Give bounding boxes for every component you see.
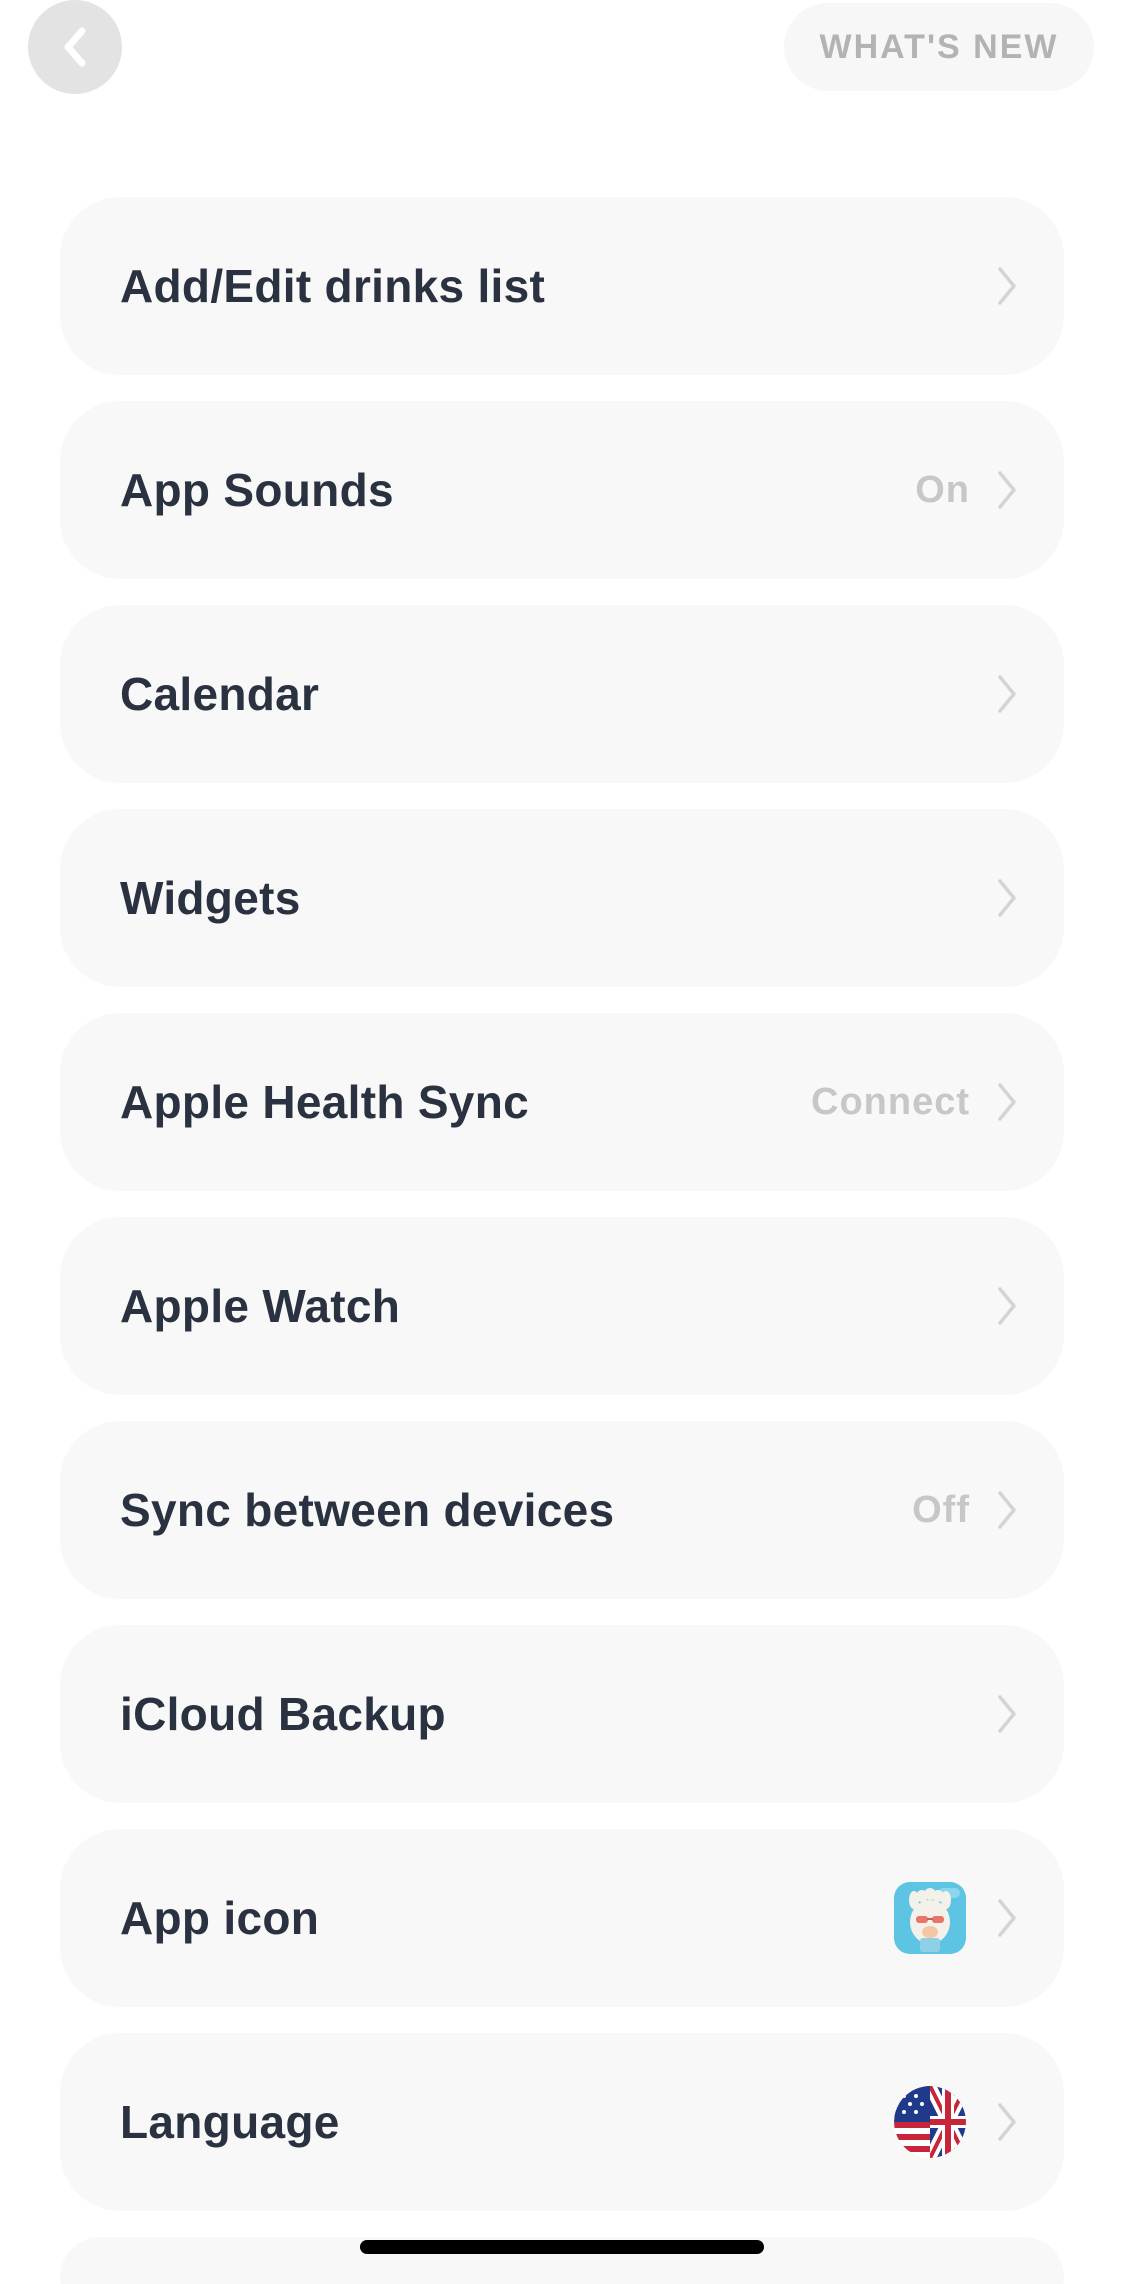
settings-item-label: App icon [120,1892,320,1944]
settings-item-calendar[interactable]: Calendar [60,605,1064,783]
settings-item-label: Widgets [120,872,301,924]
us-uk-flag-icon [894,2086,966,2158]
chevron-left-icon [64,27,86,67]
settings-item-label: Add/Edit drinks list [120,260,546,312]
whats-new-button[interactable]: WHAT'S NEW [784,3,1094,91]
settings-item-value: On [915,468,970,511]
llama-app-icon [894,1882,966,1954]
settings-item-app-sounds[interactable]: App Sounds On [60,401,1064,579]
settings-item-apple-watch[interactable]: Apple Watch [60,1217,1064,1395]
chevron-right-icon [996,1081,1018,1123]
settings-item-sync-devices[interactable]: Sync between devices Off [60,1421,1064,1599]
settings-item-label: App Sounds [120,464,394,516]
chevron-right-icon [996,469,1018,511]
chevron-right-icon [996,1285,1018,1327]
chevron-right-icon [996,877,1018,919]
back-button[interactable] [28,0,122,94]
settings-item-app-icon[interactable]: App icon [60,1829,1064,2007]
settings-item-label: Calendar [120,668,320,720]
chevron-right-icon [996,1693,1018,1735]
settings-item-widgets[interactable]: Widgets [60,809,1064,987]
settings-item-value: Off [912,1488,970,1531]
settings-item-language[interactable]: Language [60,2033,1064,2211]
settings-item-label: Sync between devices [120,1484,615,1536]
settings-list: Add/Edit drinks list App Sounds On Calen… [60,197,1064,2284]
settings-screen: WHAT'S NEW Add/Edit drinks list App Soun… [0,0,1125,2284]
chevron-right-icon [996,265,1018,307]
chevron-right-icon [996,1489,1018,1531]
settings-item-value: Connect [811,1080,970,1123]
settings-item-icloud-backup[interactable]: iCloud Backup [60,1625,1064,1803]
settings-item-apple-health-sync[interactable]: Apple Health Sync Connect [60,1013,1064,1191]
chevron-right-icon [996,2101,1018,2143]
settings-item-label: Language [120,2096,340,2148]
chevron-right-icon [996,673,1018,715]
settings-item-label: Apple Watch [120,1280,401,1332]
settings-item-drinks-list[interactable]: Add/Edit drinks list [60,197,1064,375]
home-indicator [360,2240,764,2254]
chevron-right-icon [996,1897,1018,1939]
settings-item-label: Apple Health Sync [120,1076,529,1128]
settings-item-label: iCloud Backup [120,1688,446,1740]
